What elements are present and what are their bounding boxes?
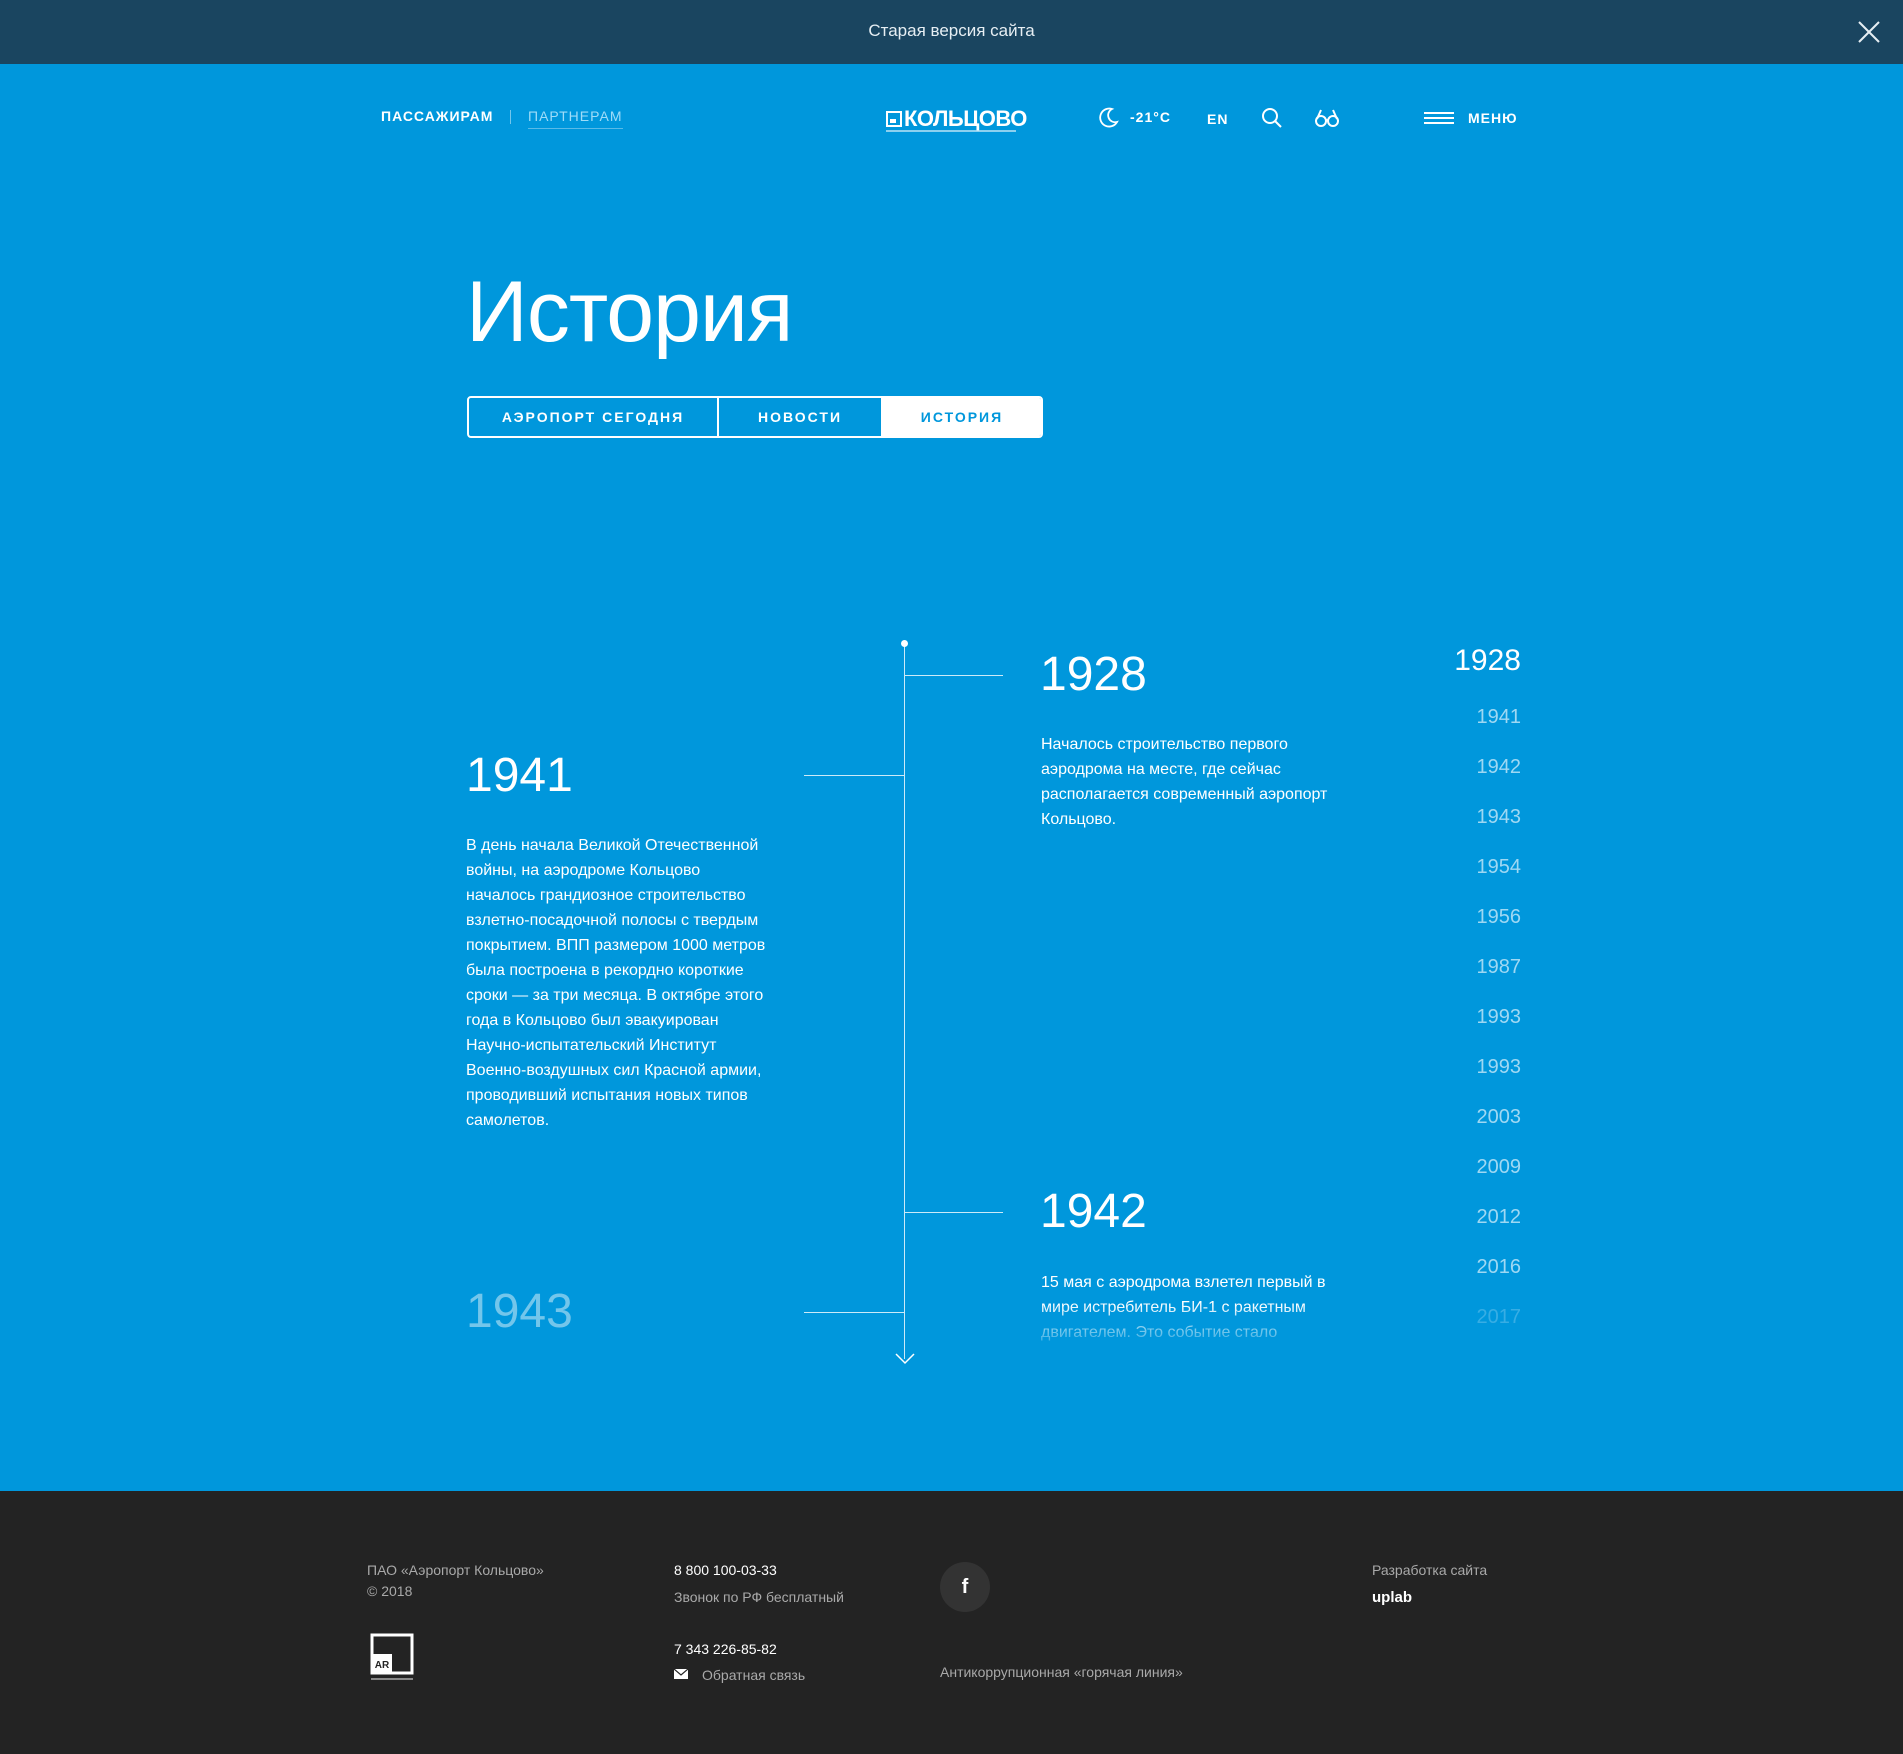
glasses-icon[interactable] [1314, 107, 1340, 129]
event-year: 1941 [466, 749, 573, 802]
timeline-tick [905, 675, 1003, 676]
logo-subline [886, 130, 1016, 132]
tab-airport-today[interactable]: АЭРОПОРТ СЕГОДНЯ [469, 398, 719, 436]
year-index-item[interactable]: 1942 [1477, 756, 1522, 779]
nav-passengers[interactable]: ПАССАЖИРАМ [381, 108, 493, 124]
ar-logo-text: AR [375, 1660, 390, 1671]
timeline-tick [905, 1212, 1003, 1213]
tab-history[interactable]: ИСТОРИЯ [883, 398, 1041, 436]
old-site-link[interactable]: Старая версия сайта [0, 21, 1903, 41]
year-index-item[interactable]: 1993 [1477, 1006, 1522, 1029]
page-title: История [466, 264, 794, 360]
footer-dev-label: Разработка сайта [1372, 1562, 1488, 1578]
footer-phone-free[interactable]: 8 800 100-03-33 [674, 1562, 777, 1578]
year-index-item[interactable]: 1941 [1477, 706, 1522, 729]
year-index-item[interactable]: 1928 [1454, 644, 1521, 678]
year-index-item[interactable]: 2012 [1477, 1206, 1522, 1229]
event-text: 15 мая с аэродрома взлетел первый в мире… [1041, 1274, 1326, 1341]
year-index-item[interactable]: 1987 [1477, 956, 1522, 979]
site-header: ПАССАЖИРАМ ПАРТНЕРАМ КОЛЬЦОВО -21°C EN М… [0, 64, 1903, 174]
site-footer: ПАО «Аэропорт Кольцово» © 2018 AR 8 800 … [0, 1491, 1903, 1754]
logo-mark [886, 111, 902, 127]
year-index-item[interactable]: 1956 [1477, 906, 1522, 929]
footer-phone-local[interactable]: 7 343 226-85-82 [674, 1641, 777, 1657]
old-site-banner: Старая версия сайта [0, 0, 1903, 64]
event-year: 1943 [466, 1285, 573, 1338]
footer-phone-free-note: Звонок по РФ бесплатный [674, 1589, 844, 1605]
year-index-item[interactable]: 1954 [1477, 856, 1522, 879]
burger-icon [1424, 112, 1454, 124]
nav-partners[interactable]: ПАРТНЕРАМ [528, 108, 623, 129]
search-icon[interactable] [1261, 107, 1283, 129]
section-tabs: АЭРОПОРТ СЕГОДНЯ НОВОСТИ ИСТОРИЯ [467, 396, 1043, 438]
scroll-down-icon[interactable] [893, 1350, 917, 1366]
timeline-tick [804, 775, 904, 776]
event-text: Началось строительство первого аэродрома… [1041, 736, 1328, 828]
footer-copyright: © 2018 [367, 1583, 413, 1599]
close-icon[interactable] [1855, 18, 1883, 46]
language-switch[interactable]: EN [1207, 111, 1228, 127]
timeline-axis [904, 643, 905, 1359]
mail-icon [674, 1669, 688, 1679]
footer-company: ПАО «Аэропорт Кольцово» [367, 1562, 544, 1578]
logo-text: КОЛЬЦОВО [904, 106, 1027, 131]
tab-news[interactable]: НОВОСТИ [719, 398, 883, 436]
moon-icon [1099, 107, 1119, 128]
event-year: 1928 [1040, 648, 1147, 701]
nav-divider [510, 110, 511, 124]
timeline-tick [804, 1312, 904, 1313]
year-index-item[interactable]: 2003 [1477, 1106, 1522, 1129]
weather-widget[interactable]: -21°C [1098, 106, 1171, 128]
menu-label: МЕНЮ [1468, 110, 1518, 126]
ar-logo[interactable]: AR [369, 1632, 415, 1684]
facebook-button[interactable]: f [940, 1562, 990, 1612]
footer-dev-name[interactable]: uplab [1372, 1589, 1412, 1606]
year-index-item[interactable]: 1943 [1477, 806, 1522, 829]
event-year: 1942 [1040, 1185, 1147, 1238]
year-index-item[interactable]: 2016 [1477, 1256, 1522, 1279]
year-index-item[interactable]: 2009 [1477, 1156, 1522, 1179]
event-text: В день начала Великой Отечественной войн… [466, 837, 766, 1129]
footer-feedback-link[interactable]: Обратная связь [702, 1667, 805, 1683]
site-logo[interactable]: КОЛЬЦОВО [886, 104, 1027, 132]
menu-button[interactable]: МЕНЮ [1424, 110, 1518, 126]
year-index-item[interactable]: 1993 [1477, 1056, 1522, 1079]
footer-hotline-link[interactable]: Антикоррупционная «горячая линия» [940, 1664, 1183, 1680]
weather-temp: -21°C [1130, 109, 1171, 125]
year-index-item[interactable]: 2017 [1477, 1306, 1522, 1329]
